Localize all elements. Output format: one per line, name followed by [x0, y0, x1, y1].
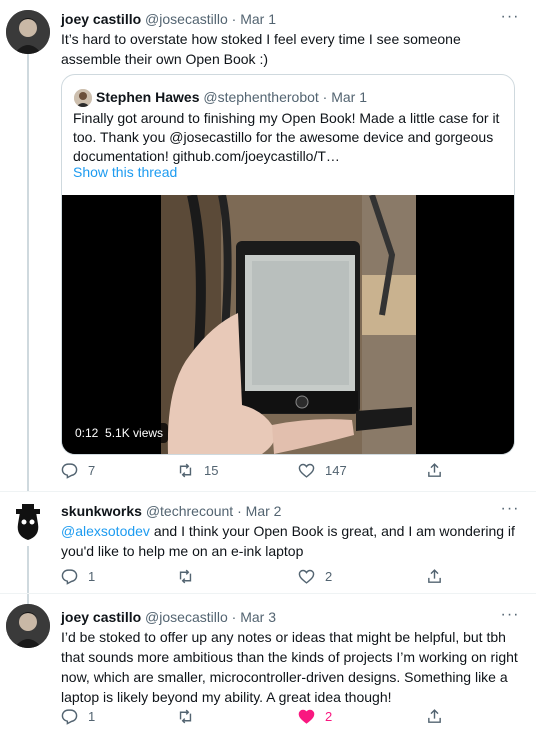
separator: · — [233, 503, 246, 519]
tweet-text: I’d be stoked to offer up any notes or i… — [61, 629, 518, 705]
like-button[interactable]: 147 — [298, 460, 347, 480]
reply-count: 1 — [88, 568, 96, 584]
handle[interactable]: @josecastillo — [145, 11, 228, 27]
retweet-button[interactable] — [177, 566, 204, 586]
like-icon — [298, 569, 315, 584]
reply-icon — [61, 708, 78, 725]
timestamp: Mar 1 — [331, 89, 368, 105]
retweet-icon — [179, 569, 192, 583]
timestamp[interactable]: Mar 1 — [240, 11, 276, 27]
separator: · — [227, 11, 241, 27]
share-button[interactable] — [426, 706, 443, 726]
quoted-tweet-text: Finally got around to finishing my Open … — [73, 110, 500, 164]
reply-button[interactable]: 1 — [61, 706, 95, 726]
like-button[interactable]: 2 — [298, 706, 332, 726]
share-icon — [428, 568, 441, 583]
display-name[interactable]: skunkworks — [61, 503, 142, 519]
reply-icon — [61, 568, 78, 585]
retweet-count: 15 — [204, 462, 219, 478]
timestamp[interactable]: Mar 3 — [240, 609, 276, 625]
video-frame — [62, 195, 514, 454]
tweet[interactable]: skunkworks @techrecount · Mar 2 ··· @ale… — [0, 492, 536, 592]
tweet-text: It’s hard to overstate how stoked I feel… — [61, 31, 461, 67]
more-icon[interactable]: ··· — [500, 607, 520, 624]
reply-count: 7 — [88, 462, 96, 478]
retweet-button[interactable] — [177, 706, 204, 726]
display-name[interactable]: joey castillo — [61, 609, 141, 625]
retweet-button[interactable]: 15 — [177, 460, 218, 480]
video-stats: 0:12 5.1K views — [70, 423, 169, 443]
like-count: 2 — [325, 708, 333, 724]
reply-button[interactable]: 1 — [61, 566, 95, 586]
reply-count: 1 — [88, 708, 96, 724]
tweet[interactable]: joey castillo @josecastillo · Mar 3 ··· … — [0, 594, 536, 742]
share-icon — [428, 708, 441, 723]
more-icon[interactable]: ··· — [500, 9, 520, 26]
timestamp[interactable]: Mar 2 — [246, 503, 282, 519]
avatar[interactable] — [6, 500, 50, 544]
like-count: 147 — [325, 462, 347, 478]
avatar[interactable] — [6, 10, 50, 54]
handle: @stephentherobot — [203, 89, 319, 105]
mention-link[interactable]: @alexsotodev — [61, 523, 150, 539]
retweet-icon — [179, 463, 192, 477]
like-icon — [298, 709, 315, 724]
handle[interactable]: @techrecount — [146, 503, 233, 519]
tweet-actions: 1 2 — [61, 566, 481, 586]
video-player[interactable]: 0:12 5.1K views — [62, 195, 514, 454]
share-button[interactable] — [426, 460, 443, 480]
separator: · — [227, 609, 241, 625]
quoted-tweet[interactable]: Stephen Hawes @stephentherobot · Mar 1 F… — [61, 74, 515, 455]
separator: · — [318, 89, 332, 105]
display-name[interactable]: joey castillo — [61, 11, 141, 27]
like-icon — [298, 463, 315, 478]
video-time: 0:12 — [75, 426, 99, 440]
more-icon[interactable]: ··· — [500, 501, 520, 518]
video-views: 5.1K views — [105, 426, 164, 440]
share-icon — [428, 462, 441, 477]
tweet-header: joey castillo @josecastillo · Mar 1 — [61, 10, 506, 28]
tweet[interactable]: joey castillo @josecastillo · Mar 1 ··· … — [0, 0, 536, 490]
reply-button[interactable]: 7 — [61, 460, 95, 480]
display-name: Stephen Hawes — [96, 89, 200, 105]
reply-icon — [61, 462, 78, 479]
show-thread-link[interactable]: Show this thread — [73, 164, 177, 180]
tweet-header: joey castillo @josecastillo · Mar 3 — [61, 608, 506, 626]
tweet-text: @alexsotodev and I think your Open Book … — [61, 521, 521, 561]
tweet-actions: 1 2 — [61, 706, 481, 726]
share-button[interactable] — [426, 566, 443, 586]
quoted-tweet-header: Stephen Hawes @stephentherobot · Mar 1 — [74, 87, 368, 108]
like-count: 2 — [325, 568, 333, 584]
like-button[interactable]: 2 — [298, 566, 332, 586]
retweet-icon — [179, 709, 192, 723]
avatar — [74, 89, 92, 108]
avatar[interactable] — [6, 604, 50, 648]
tweet-header: skunkworks @techrecount · Mar 2 — [61, 502, 506, 520]
tweet-actions: 7 15 147 — [61, 460, 481, 480]
handle[interactable]: @josecastillo — [145, 609, 228, 625]
